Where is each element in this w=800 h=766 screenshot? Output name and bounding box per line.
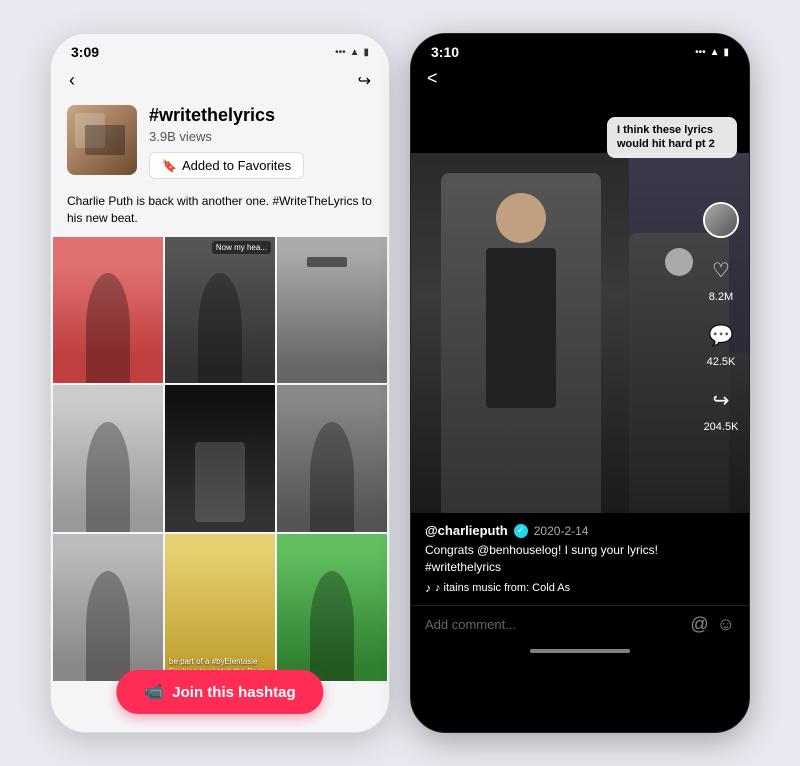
- video-main-content: [411, 153, 749, 513]
- video-overlay-caption: I think these lyrics would hit hard pt 2: [607, 117, 737, 158]
- music-note-icon: ♪: [425, 581, 431, 595]
- shares-count: 204.5K: [704, 421, 739, 433]
- hashtag-description: Charlie Puth is back with another one. #…: [51, 189, 389, 237]
- user-avatar[interactable]: [703, 202, 739, 238]
- video-cell-4[interactable]: [53, 385, 163, 532]
- video-camera-icon: 📹: [144, 682, 164, 702]
- share-action-item[interactable]: ↪ 204.5K: [703, 382, 739, 433]
- hashtag-thumbnail: [67, 105, 137, 175]
- video-cell-1[interactable]: [53, 237, 163, 384]
- action-buttons: ♡ 8.2M 💬 42.5K ↪ 204.5K: [703, 202, 739, 433]
- heart-icon: ♡: [703, 252, 739, 288]
- emoji-icon[interactable]: ☺: [717, 614, 735, 635]
- video-user-line: @charlieputh ✓ 2020-2-14: [425, 523, 735, 538]
- right-status-icons: ••• ▲ ▮: [695, 47, 729, 58]
- left-status-icons: ••• ▲ ▮: [335, 47, 369, 58]
- video-music: ♪ ♪ itains music from: Cold As: [425, 581, 735, 595]
- video-cell-5[interactable]: [165, 385, 275, 532]
- left-status-bar: 3:09 ••• ▲ ▮: [51, 34, 389, 64]
- verified-icon: ✓: [514, 524, 528, 538]
- hashtag-header: #writethelyrics 3.9B views 🔖 Added to Fa…: [51, 97, 389, 189]
- video-cell-8[interactable]: be part of a #byElentasie Fashion to ske…: [165, 534, 275, 681]
- video-date: 2020-2-14: [534, 524, 589, 538]
- cell-2-overlay: Now my hea...: [212, 241, 271, 254]
- wifi-icon-right: ▲: [710, 47, 720, 58]
- signal-icon: •••: [335, 47, 346, 58]
- like-action-item[interactable]: ♡ 8.2M: [703, 252, 739, 303]
- right-back-button[interactable]: <: [427, 68, 438, 88]
- join-btn-container: 📹 Join this hashtag: [116, 670, 323, 714]
- favorites-button[interactable]: 🔖 Added to Favorites: [149, 152, 304, 179]
- right-status-bar: 3:10 ••• ▲ ▮: [411, 34, 749, 64]
- mention-icon[interactable]: @: [690, 614, 708, 635]
- battery-icon-right: ▮: [723, 47, 729, 58]
- video-grid: Now my hea... be part of a #byElentasie …: [51, 237, 389, 681]
- right-phone: 3:10 ••• ▲ ▮ <: [410, 33, 750, 733]
- hashtag-views: 3.9B views: [149, 129, 373, 144]
- person-body: [486, 248, 556, 408]
- bookmark-icon: 🔖: [162, 159, 177, 173]
- video-cell-3[interactable]: [277, 237, 387, 384]
- right-status-time: 3:10: [431, 44, 459, 60]
- video-cell-2[interactable]: Now my hea...: [165, 237, 275, 384]
- comment-input[interactable]: Add comment...: [425, 617, 682, 632]
- video-cell-9[interactable]: [277, 534, 387, 681]
- back-button[interactable]: ‹: [69, 70, 75, 91]
- person-head: [496, 193, 546, 243]
- comment-bar: Add comment... @ ☺: [411, 605, 749, 643]
- comments-count: 42.5K: [707, 356, 736, 368]
- hashtag-title: #writethelyrics: [149, 105, 373, 126]
- video-description: Congrats @benhouselog! I sung your lyric…: [425, 542, 735, 576]
- video-username[interactable]: @charlieputh: [425, 523, 508, 538]
- video-area: I think these lyrics would hit hard pt 2…: [411, 93, 749, 513]
- share-button[interactable]: ↪: [358, 71, 371, 91]
- video-cell-7[interactable]: [53, 534, 163, 681]
- video-cell-6[interactable]: [277, 385, 387, 532]
- video-bottom-info: @charlieputh ✓ 2020-2-14 Congrats @benho…: [411, 513, 749, 605]
- left-nav-bar: ‹ ↪: [51, 64, 389, 97]
- signal-icon-right: •••: [695, 47, 706, 58]
- right-nav-bar: <: [411, 64, 749, 93]
- hashtag-info: #writethelyrics 3.9B views 🔖 Added to Fa…: [149, 105, 373, 179]
- left-status-time: 3:09: [71, 44, 99, 60]
- battery-icon: ▮: [363, 47, 369, 58]
- likes-count: 8.2M: [709, 291, 733, 303]
- comment-action-item[interactable]: 💬 42.5K: [703, 317, 739, 368]
- share-icon: ↪: [703, 382, 739, 418]
- comment-icon: 💬: [703, 317, 739, 353]
- home-indicator: [530, 649, 630, 653]
- wifi-icon: ▲: [350, 47, 360, 58]
- left-phone: 3:09 ••• ▲ ▮ ‹ ↪ #writethelyrics 3.9B vi…: [50, 33, 390, 733]
- join-hashtag-button[interactable]: 📹 Join this hashtag: [116, 670, 323, 714]
- main-person: [441, 173, 601, 513]
- avatar-action-item: [703, 202, 739, 238]
